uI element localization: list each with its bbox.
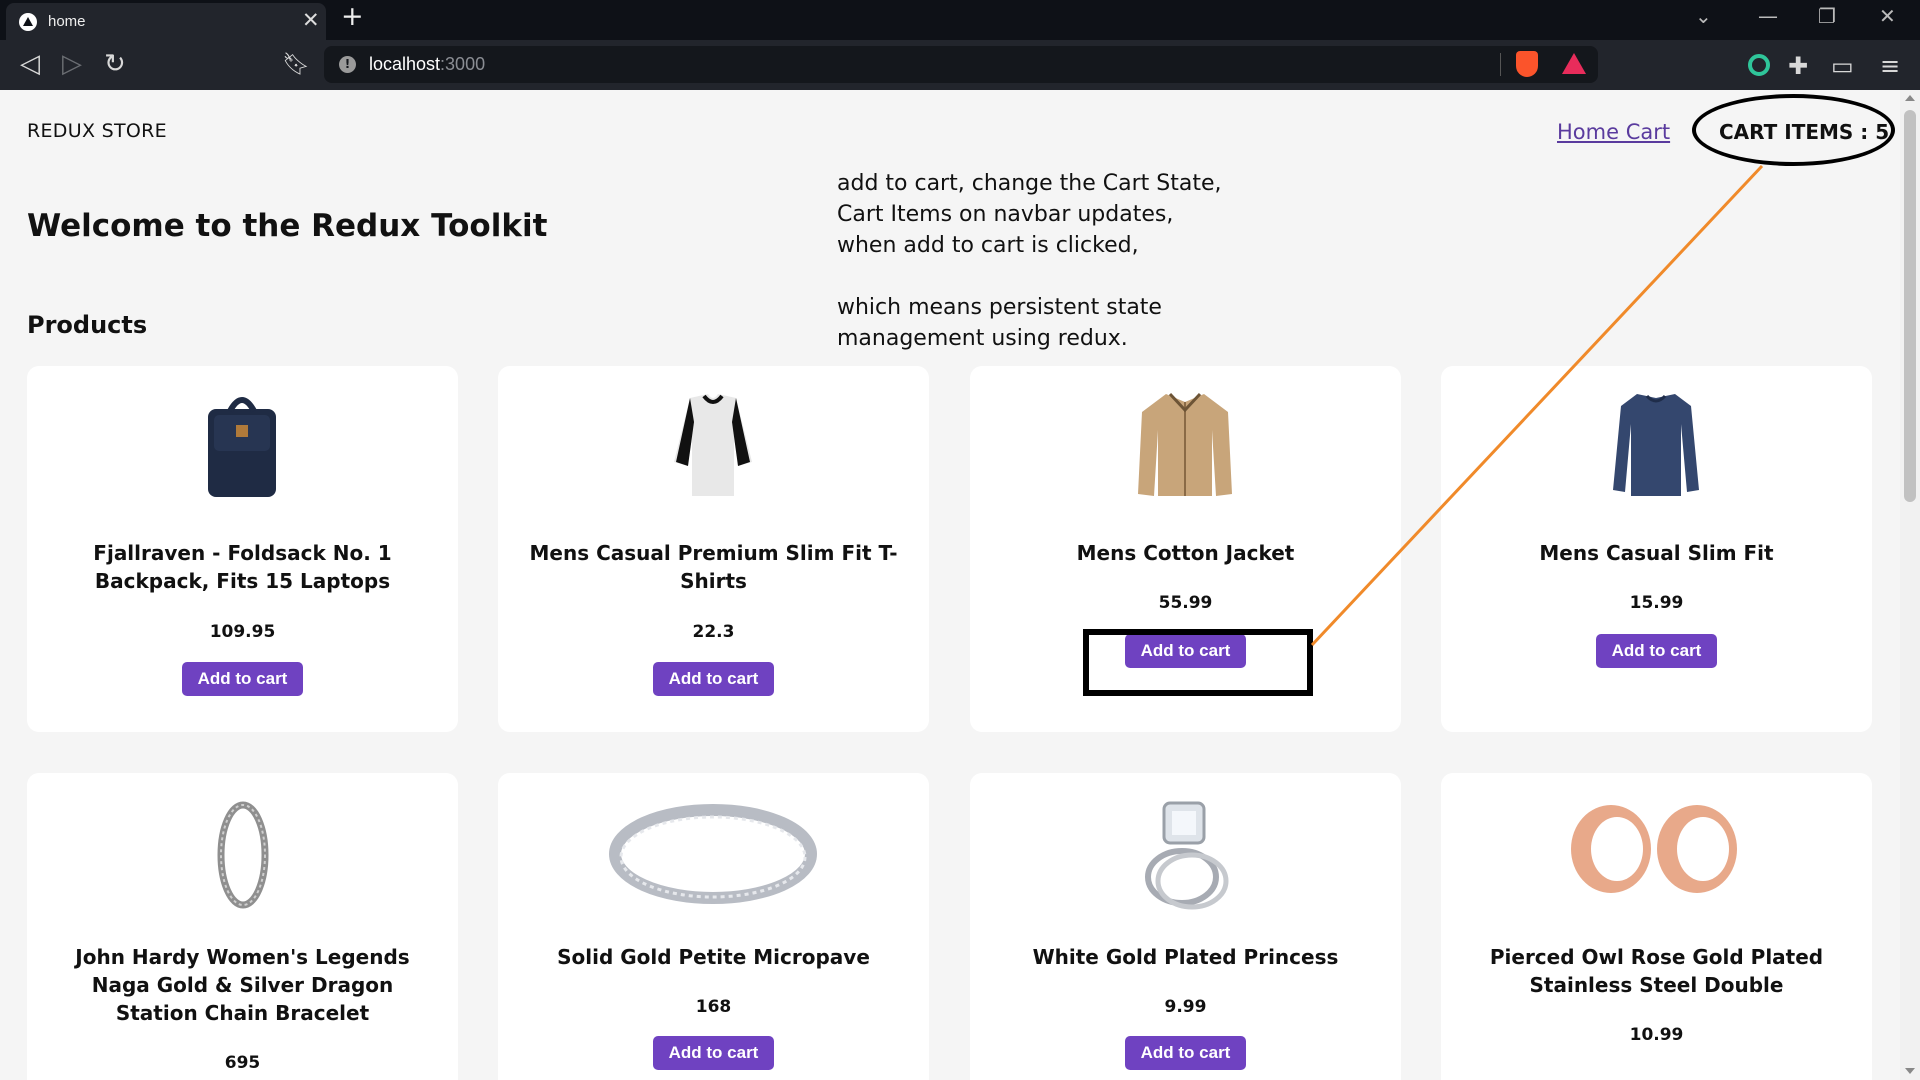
add-to-cart-button[interactable]: Add to cart xyxy=(182,662,303,696)
forward-icon[interactable]: ▷ xyxy=(62,49,82,79)
bracelet-image xyxy=(217,801,269,909)
extension-ring-icon[interactable] xyxy=(1748,54,1770,76)
tshirt-image xyxy=(674,394,752,496)
princess-ring-image xyxy=(1145,801,1229,910)
nav-links[interactable]: Home Cart xyxy=(1557,120,1670,144)
product-card: Solid Gold Petite Micropave 168 Add to c… xyxy=(498,773,929,1080)
url-separator xyxy=(1500,53,1501,76)
page-scrollbar[interactable] xyxy=(1900,90,1920,1080)
add-to-cart-button[interactable]: Add to cart xyxy=(653,662,774,696)
product-title: John Hardy Women's Legends Naga Gold & S… xyxy=(75,945,410,1025)
brave-rewards-icon[interactable] xyxy=(1562,53,1586,74)
restore-icon[interactable]: ❐ xyxy=(1818,4,1836,28)
url-text: localhost:3000 xyxy=(369,54,485,75)
scroll-thumb[interactable] xyxy=(1904,110,1916,502)
product-title: Mens Casual Premium Slim Fit T-Shirts xyxy=(529,541,898,593)
product-title: Mens Casual Slim Fit xyxy=(1539,541,1774,565)
product-card: Mens Casual Premium Slim Fit T-Shirts 22… xyxy=(498,366,929,732)
browser-tab[interactable]: home ✕ xyxy=(6,3,326,40)
product-title: Mens Cotton Jacket xyxy=(1076,541,1295,565)
reload-icon[interactable]: ↻ xyxy=(104,49,126,79)
jacket-image xyxy=(1138,392,1232,496)
tab-title: home xyxy=(48,13,86,30)
product-price: 695 xyxy=(224,1053,261,1073)
product-title: Fjallraven - Foldsack No. 1 Backpack, Fi… xyxy=(93,541,392,593)
product-price: 15.99 xyxy=(1629,593,1684,613)
add-to-cart-button[interactable]: Add to cart xyxy=(1596,634,1717,668)
product-price: 10.99 xyxy=(1629,1025,1684,1045)
product-card: Fjallraven - Foldsack No. 1 Backpack, Fi… xyxy=(27,366,458,732)
product-price: 168 xyxy=(695,997,732,1017)
url-port: :3000 xyxy=(440,54,486,74)
browser-toolbar: ◁ ▷ ↻ 🔖︎ ! localhost:3000 ✚ ▭ ≡ xyxy=(0,40,1920,90)
product-title: Pierced Owl Rose Gold Plated Stainless S… xyxy=(1489,945,1824,997)
product-card: John Hardy Women's Legends Naga Gold & S… xyxy=(27,773,458,1080)
product-price: 9.99 xyxy=(1164,997,1207,1017)
backpack-image xyxy=(208,397,276,497)
brave-shield-icon[interactable] xyxy=(1516,51,1538,77)
tab-search-chevron-icon[interactable]: ⌄ xyxy=(1695,4,1712,28)
page-title: Welcome to the Redux Toolkit xyxy=(27,208,548,244)
ring-image xyxy=(609,804,817,904)
new-tab-icon[interactable]: + xyxy=(341,1,364,32)
scroll-down-arrow-icon[interactable] xyxy=(1905,1068,1915,1074)
browser-tab-bar: home ✕ + ⌄ — ❐ ✕ xyxy=(0,0,1920,40)
scroll-up-arrow-icon[interactable] xyxy=(1905,95,1915,101)
add-to-cart-button[interactable]: Add to cart xyxy=(1125,1036,1246,1070)
bookmark-icon[interactable]: 🔖︎ xyxy=(282,52,310,77)
long-sleeve-shirt-image xyxy=(1613,394,1699,496)
back-icon[interactable]: ◁ xyxy=(20,49,40,79)
url-host: localhost xyxy=(369,54,441,74)
annotation-text: add to cart, change the Cart State, Cart… xyxy=(837,171,1222,351)
product-title: White Gold Plated Princess xyxy=(1032,945,1339,969)
wallet-icon[interactable]: ▭ xyxy=(1831,52,1854,80)
minimize-icon[interactable]: — xyxy=(1758,4,1778,28)
close-tab-icon[interactable]: ✕ xyxy=(302,8,320,32)
product-card: Pierced Owl Rose Gold Plated Stainless S… xyxy=(1441,773,1872,1080)
plugs-image xyxy=(1571,805,1737,893)
add-to-cart-annotation-box xyxy=(1083,629,1313,696)
page-content: REDUX STORE Home Cart CART ITEMS : 5 Wel… xyxy=(0,90,1900,1080)
product-price: 109.95 xyxy=(209,622,276,642)
product-price: 22.3 xyxy=(692,622,735,642)
product-card: White Gold Plated Princess 9.99 Add to c… xyxy=(970,773,1401,1080)
extensions-puzzle-icon[interactable]: ✚ xyxy=(1788,52,1808,80)
site-info-icon[interactable]: ! xyxy=(339,56,356,73)
products-heading: Products xyxy=(27,311,148,339)
close-window-icon[interactable]: ✕ xyxy=(1879,4,1896,28)
product-card: Mens Casual Slim Fit 15.99 Add to cart xyxy=(1441,366,1872,732)
cart-items-annotation-oval xyxy=(1692,94,1895,166)
favicon-icon xyxy=(19,13,37,31)
product-title: Solid Gold Petite Micropave xyxy=(557,945,870,969)
address-bar[interactable]: ! localhost:3000 xyxy=(324,46,1598,83)
brand-logo[interactable]: REDUX STORE xyxy=(27,120,167,142)
menu-icon[interactable]: ≡ xyxy=(1880,52,1900,80)
add-to-cart-button[interactable]: Add to cart xyxy=(653,1036,774,1070)
product-price: 55.99 xyxy=(1158,593,1213,613)
